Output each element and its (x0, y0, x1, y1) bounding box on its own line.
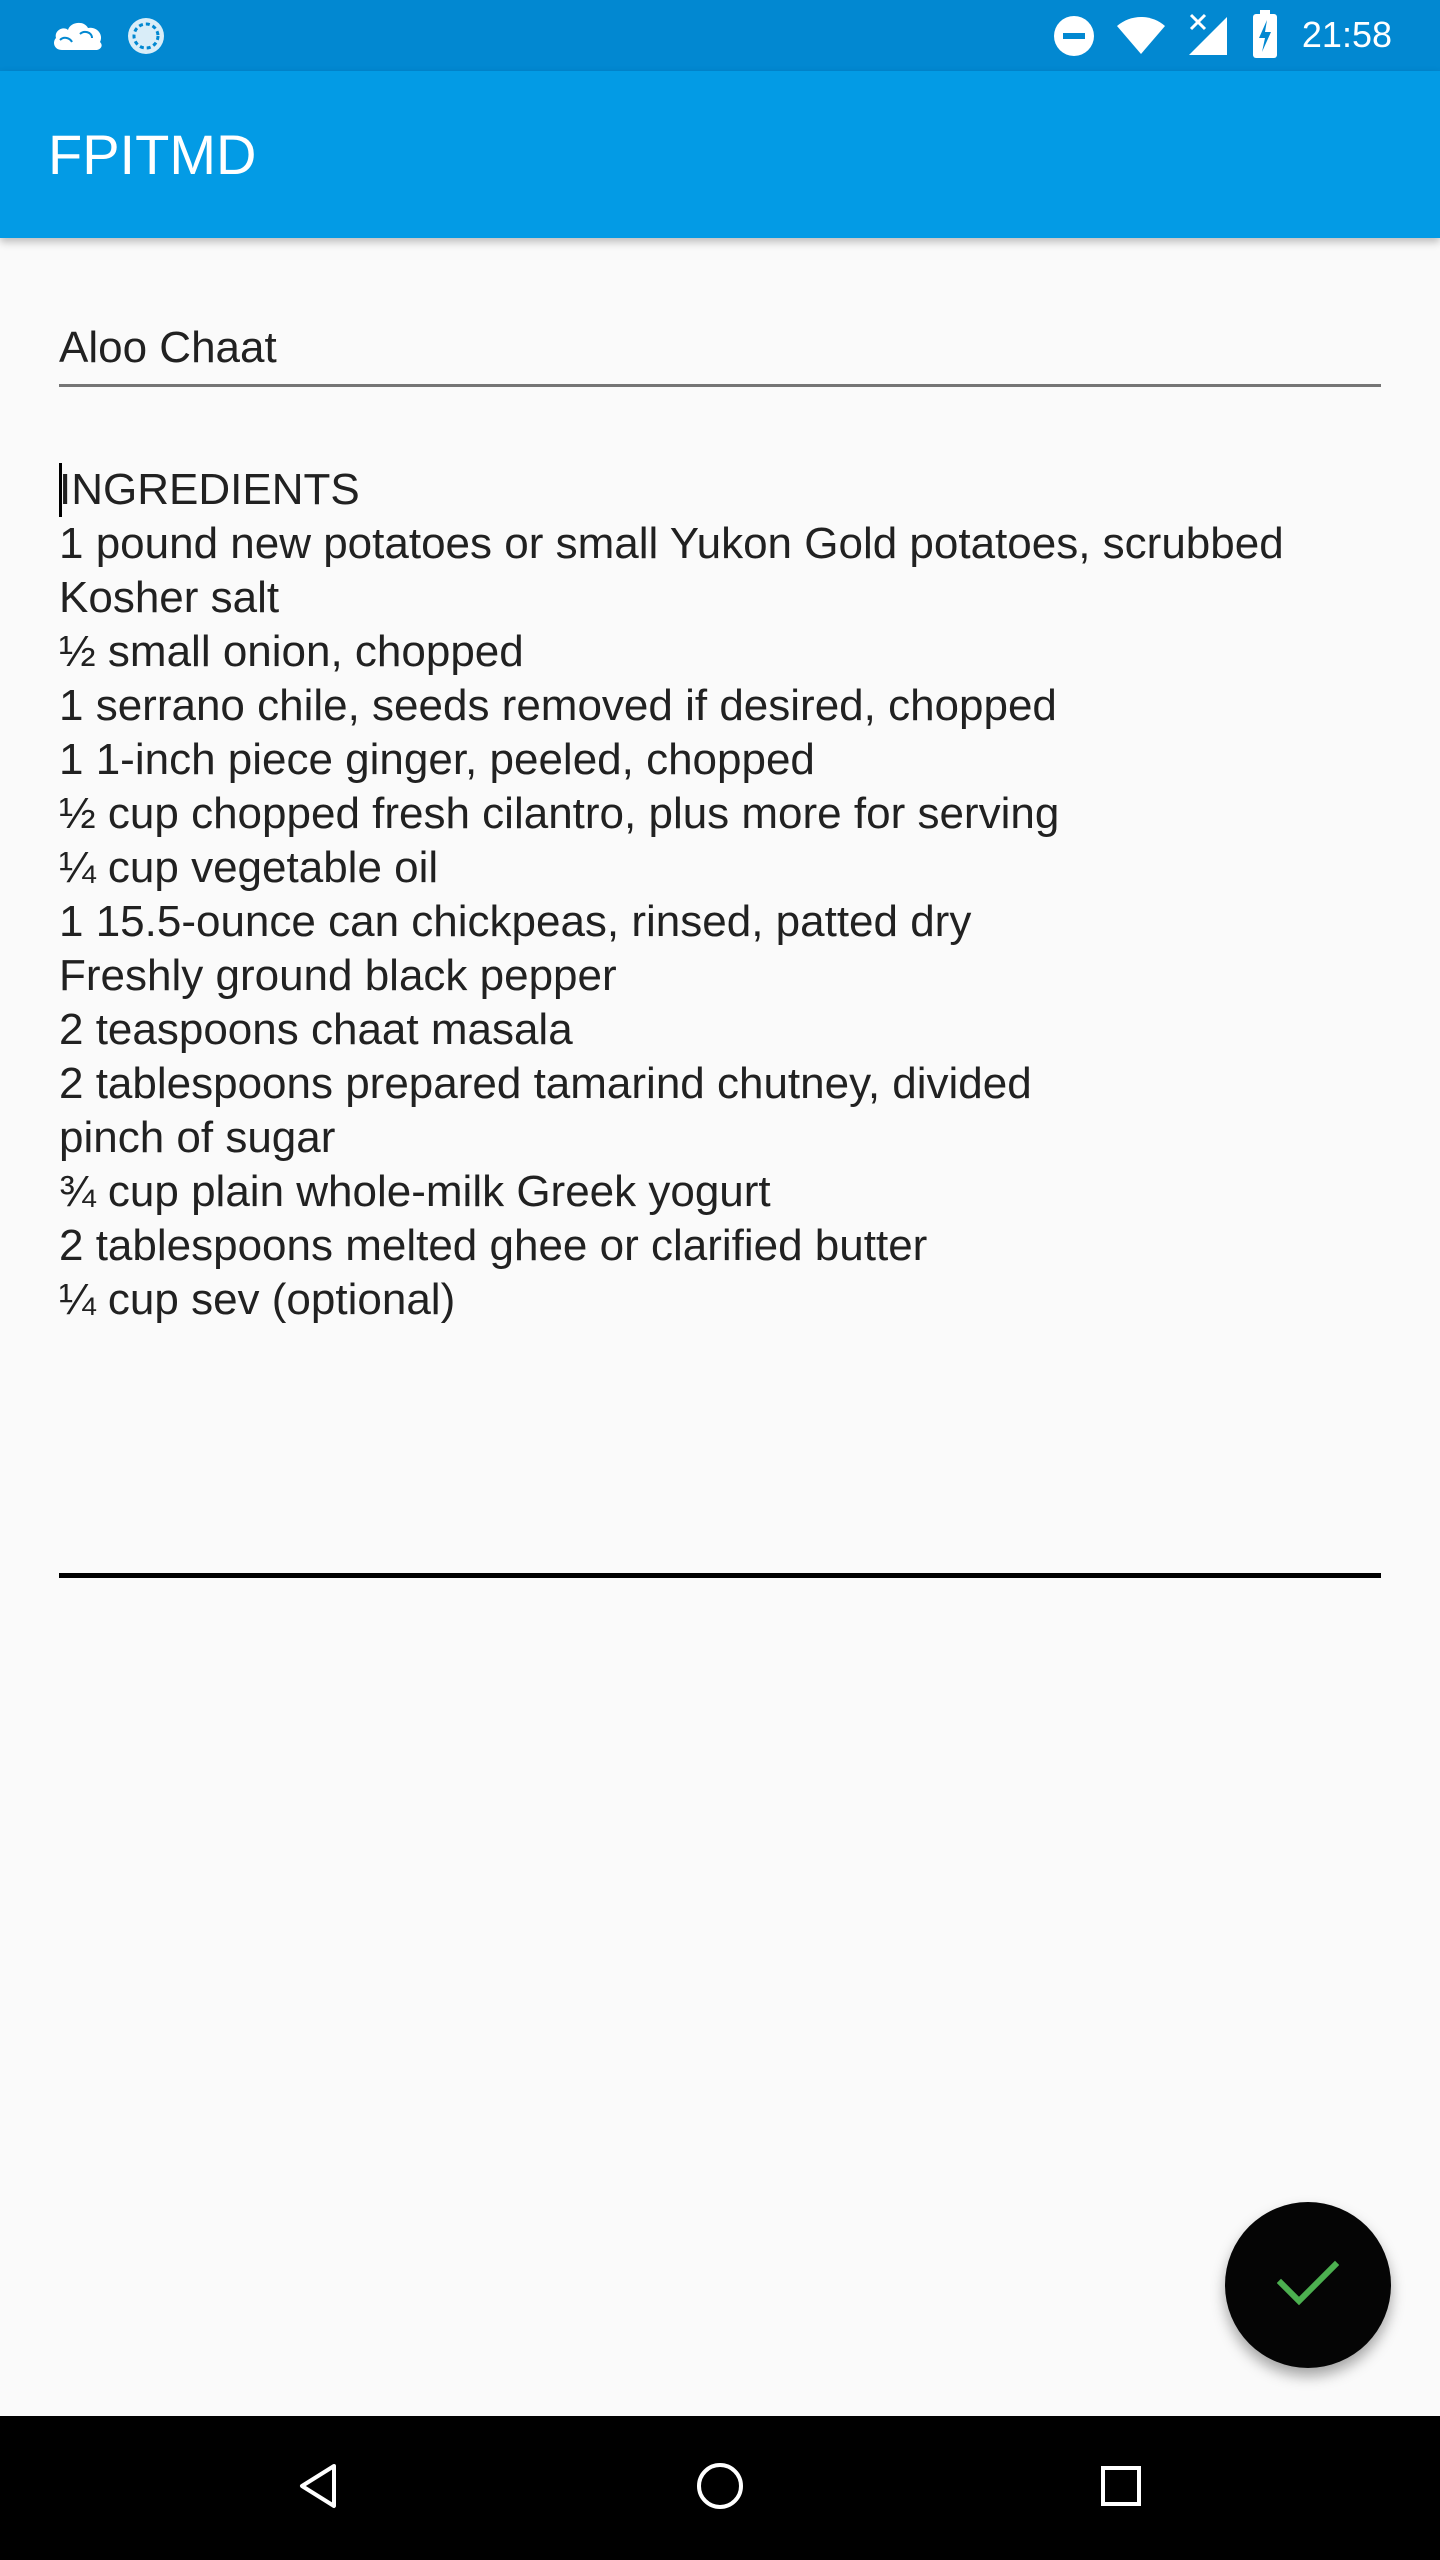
cloud-icon (48, 14, 108, 58)
body-line: ¾ cup plain whole-milk Greek yogurt (59, 1167, 771, 1216)
nav-recents-button[interactable] (1041, 2416, 1201, 2560)
sync-icon (124, 14, 168, 58)
recents-icon (1100, 2465, 1142, 2512)
app-bar: FPITMD (0, 71, 1440, 238)
body-line: Freshly ground black pepper (59, 951, 617, 1000)
nav-home-button[interactable] (640, 2416, 800, 2560)
body-line: 1 pound new potatoes or small Yukon Gold… (59, 519, 1284, 568)
save-fab-button[interactable] (1225, 2202, 1391, 2368)
app-title: FPITMD (48, 123, 257, 186)
navigation-bar (0, 2416, 1440, 2560)
body-line: 2 tablespoons melted ghee or clarified b… (59, 1221, 928, 1270)
nav-back-button[interactable] (238, 2416, 398, 2560)
body-line: 2 teaspoons chaat masala (59, 1005, 573, 1054)
status-bar: 21:58 (0, 0, 1440, 71)
wifi-icon (1114, 14, 1168, 58)
title-input[interactable]: Aloo Chaat (59, 318, 1381, 387)
home-icon (695, 2461, 745, 2516)
body-line: 1 serrano chile, seeds removed if desire… (59, 681, 1057, 730)
body-line: ¼ cup sev (optional) (59, 1275, 456, 1324)
title-input-value: Aloo Chaat (59, 323, 277, 372)
battery-charging-icon (1250, 10, 1280, 60)
body-line: pinch of sugar (59, 1113, 336, 1162)
body-line: 1 15.5-ounce can chickpeas, rinsed, patt… (59, 897, 972, 946)
body-line: INGREDIENTS (59, 463, 1381, 517)
body-line: ¼ cup vegetable oil (59, 843, 439, 892)
app-screen: 21:58 FPITMD Aloo Chaat INGREDIENTS 1 po… (0, 0, 1440, 2560)
body-line: ½ small onion, chopped (59, 627, 524, 676)
body-line: ½ cup chopped fresh cilantro, plus more … (59, 789, 1060, 838)
do-not-disturb-icon (1052, 14, 1096, 58)
editor-content: Aloo Chaat INGREDIENTS 1 pound new potat… (0, 238, 1440, 2416)
back-icon (296, 2462, 340, 2515)
body-line: 1 1-inch piece ginger, peeled, chopped (59, 735, 815, 784)
signal-icon (1186, 12, 1230, 58)
status-time: 21:58 (1301, 14, 1392, 55)
body-line: Kosher salt (59, 573, 280, 622)
check-icon (1276, 2259, 1340, 2312)
body-line: 2 tablespoons prepared tamarind chutney,… (59, 1059, 1032, 1108)
body-input[interactable]: INGREDIENTS 1 pound new potatoes or smal… (59, 463, 1381, 1578)
